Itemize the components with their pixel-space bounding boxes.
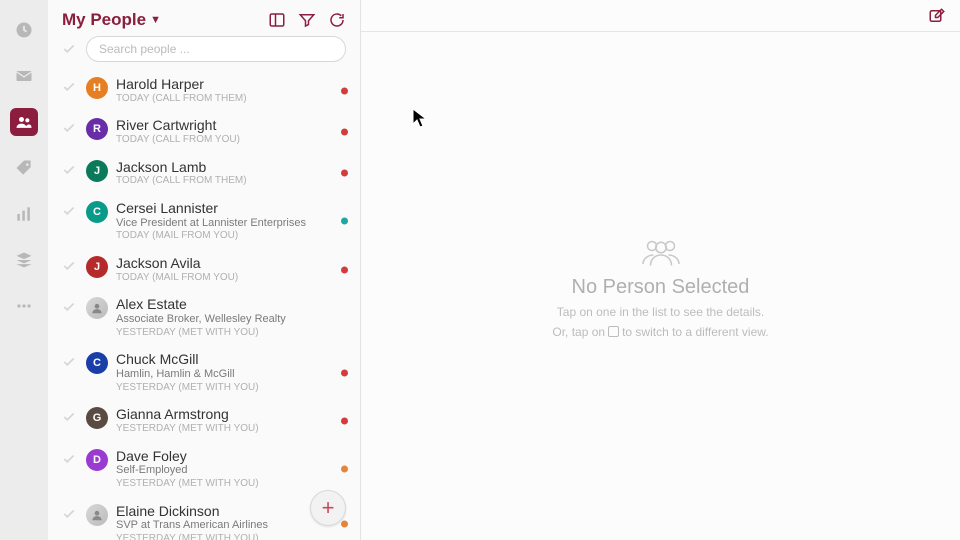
rail-mail[interactable]	[10, 62, 38, 90]
avatar: C	[86, 352, 108, 374]
rail-people[interactable]	[10, 108, 38, 136]
row-check-icon[interactable]	[62, 255, 78, 273]
row-check-icon[interactable]	[62, 200, 78, 218]
status-dot	[341, 266, 348, 273]
person-row[interactable]: C Cersei LannisterVice President at Lanni…	[48, 194, 360, 249]
refresh-icon[interactable]	[328, 11, 346, 29]
filter-icon[interactable]	[298, 11, 316, 29]
compose-icon[interactable]	[928, 7, 946, 25]
search-input[interactable]	[86, 36, 346, 62]
rail-stats[interactable]	[10, 200, 38, 228]
person-name: Jackson Avila	[116, 255, 346, 272]
detail-column: No Person Selected Tap on one in the lis…	[361, 0, 960, 540]
person-row[interactable]: J Jackson AvilaTODAY (MAIL FROM YOU)	[48, 249, 360, 290]
person-name: Chuck McGill	[116, 351, 346, 368]
status-dot	[341, 87, 348, 94]
list-title-text: My People	[62, 10, 146, 30]
row-check-icon[interactable]	[62, 406, 78, 424]
status-dot	[341, 128, 348, 135]
panel-toggle-icon[interactable]	[268, 11, 286, 29]
empty-title: No Person Selected	[572, 276, 750, 299]
rail-tag[interactable]	[10, 154, 38, 182]
people-list-column: My People ▼ HHarold HarperTODAY (CA	[48, 0, 361, 540]
status-dot	[341, 417, 348, 424]
person-meta: YESTERDAY (MET WITH YOU)	[116, 423, 346, 436]
person-subtitle: Vice President at Lannister Enterprises	[116, 217, 346, 231]
list-header-actions	[268, 11, 346, 29]
select-all-check-icon[interactable]	[62, 42, 76, 56]
rail-clock[interactable]	[10, 16, 38, 44]
person-subtitle: Self-Employed	[116, 464, 346, 478]
person-meta: TODAY (MAIL FROM YOU)	[116, 272, 346, 285]
rail-more[interactable]	[10, 292, 38, 320]
person-row[interactable]: Alex EstateAssociate Broker, Wellesley R…	[48, 290, 360, 345]
person-name: Alex Estate	[116, 296, 346, 313]
add-person-button[interactable]: +	[310, 490, 346, 526]
person-meta: YESTERDAY (MET WITH YOU)	[116, 533, 346, 540]
search-row	[48, 36, 360, 70]
panel-box-icon	[608, 326, 619, 337]
status-dot	[341, 170, 348, 177]
list-title-dropdown[interactable]: My People ▼	[62, 10, 161, 30]
avatar: J	[86, 256, 108, 278]
status-dot	[341, 369, 348, 376]
avatar: R	[86, 118, 108, 140]
person-meta: YESTERDAY (MET WITH YOU)	[116, 327, 346, 340]
avatar: G	[86, 407, 108, 429]
person-subtitle: Hamlin, Hamlin & McGill	[116, 368, 346, 382]
row-check-icon[interactable]	[62, 117, 78, 135]
caret-down-icon: ▼	[150, 14, 161, 26]
avatar: C	[86, 201, 108, 223]
person-row[interactable]: C Chuck McGillHamlin, Hamlin & McGillYEST…	[48, 345, 360, 400]
person-meta: YESTERDAY (MET WITH YOU)	[116, 478, 346, 491]
person-row[interactable]: D Dave FoleySelf-EmployedYESTERDAY (MET W…	[48, 442, 360, 497]
empty-line-1: Tap on one in the list to see the detail…	[557, 305, 764, 319]
person-subtitle: SVP at Trans American Airlines	[116, 519, 346, 533]
person-row[interactable]: G Gianna ArmstrongYESTERDAY (MET WITH YOU…	[48, 400, 360, 441]
person-meta: TODAY (CALL FROM YOU)	[116, 134, 346, 147]
person-row[interactable]: R River CartwrightTODAY (CALL FROM YOU)	[48, 111, 360, 152]
empty-state: No Person Selected Tap on one in the lis…	[361, 32, 960, 540]
avatar: J	[86, 160, 108, 182]
person-row[interactable]: H Harold HarperTODAY (CALL FROM THEM)	[48, 70, 360, 111]
avatar: H	[86, 77, 108, 99]
person-meta: TODAY (MAIL FROM YOU)	[116, 230, 346, 243]
row-check-icon[interactable]	[62, 448, 78, 466]
status-dot	[341, 218, 348, 225]
person-name: Dave Foley	[116, 448, 346, 465]
person-name: Gianna Armstrong	[116, 406, 346, 423]
list-header: My People ▼	[48, 0, 360, 36]
person-name: Cersei Lannister	[116, 200, 346, 217]
detail-header	[361, 0, 960, 32]
avatar	[86, 504, 108, 526]
people-list[interactable]: HHarold HarperTODAY (CALL FROM THEM)RRiv…	[48, 70, 360, 540]
avatar: D	[86, 449, 108, 471]
person-subtitle: Associate Broker, Wellesley Realty	[116, 313, 346, 327]
person-name: River Cartwright	[116, 117, 346, 134]
person-row[interactable]: J Jackson LambTODAY (CALL FROM THEM)	[48, 153, 360, 194]
person-name: Jackson Lamb	[116, 159, 346, 176]
status-dot	[341, 466, 348, 473]
row-check-icon[interactable]	[62, 159, 78, 177]
person-meta: TODAY (CALL FROM THEM)	[116, 93, 346, 106]
row-check-icon[interactable]	[62, 503, 78, 521]
row-check-icon[interactable]	[62, 296, 78, 314]
people-group-icon	[637, 234, 685, 270]
rail-stack[interactable]	[10, 246, 38, 274]
person-meta: YESTERDAY (MET WITH YOU)	[116, 382, 346, 395]
person-meta: TODAY (CALL FROM THEM)	[116, 175, 346, 188]
person-name: Harold Harper	[116, 76, 346, 93]
row-check-icon[interactable]	[62, 351, 78, 369]
status-dot	[341, 521, 348, 528]
avatar	[86, 297, 108, 319]
row-check-icon[interactable]	[62, 76, 78, 94]
nav-rail	[0, 0, 48, 540]
empty-line-2: Or, tap on to switch to a different view…	[552, 325, 768, 339]
